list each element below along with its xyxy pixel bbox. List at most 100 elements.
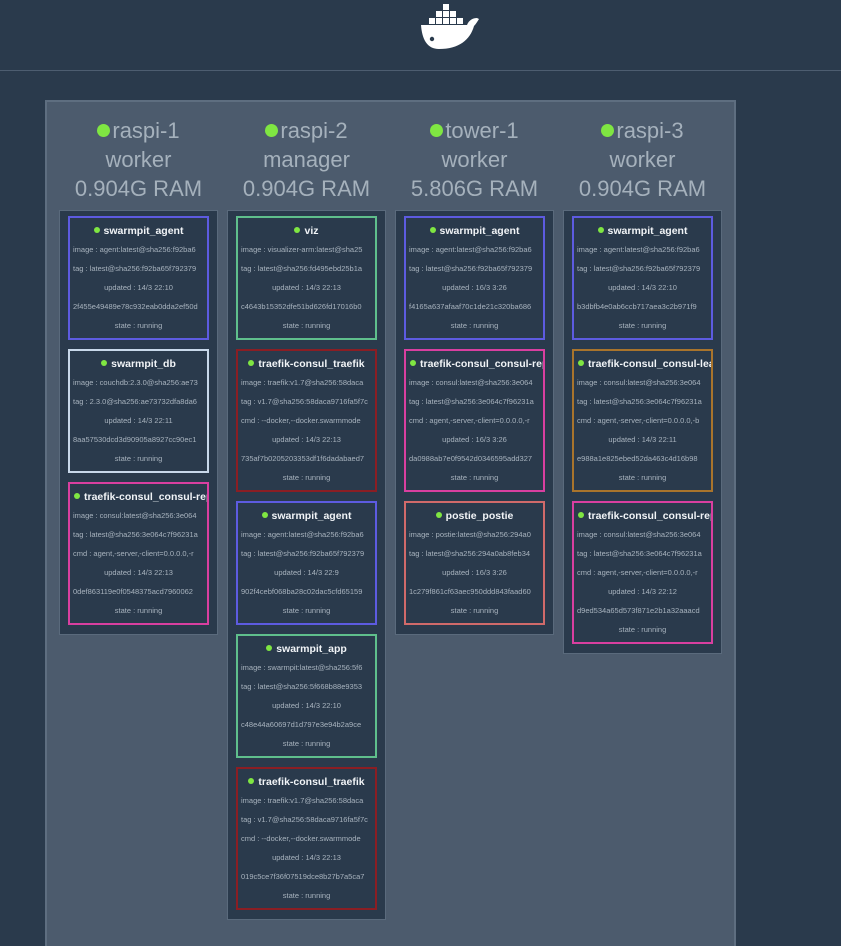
service-cmd: cmd : agent,-server,-client=0.0.0.0,-r: [73, 549, 194, 558]
service-tag: tag : latest@sha256:5f668b88e9353: [241, 682, 363, 691]
service-updated: updated : 16/3 3:26: [442, 568, 507, 577]
node-role: worker: [105, 147, 172, 172]
service-id: e988a1e825ebed52da463c4d16b98: [577, 454, 698, 463]
service-tag: tag : 2.3.0@sha256:ae73732dfa8da6: [73, 397, 197, 406]
node-name-label: raspi-1: [112, 118, 180, 143]
service-status-dot: [578, 360, 584, 366]
node-panel: viz image : visualizer-arm:latest@sha25 ta…: [227, 210, 386, 920]
node-status-dot: [265, 124, 279, 137]
service-status-dot: [248, 360, 255, 366]
service-card[interactable]: traefik-consul_consul-lead image : consul…: [572, 349, 713, 492]
service-updated: updated : 14/3 22:9: [274, 568, 339, 577]
service-status-dot: [261, 512, 268, 518]
service-image: image : consul:latest@sha256:3e064: [73, 511, 197, 520]
service-name[interactable]: traefik-consul_traefik: [238, 774, 375, 791]
service-name[interactable]: traefik-consul_consul-repli: [574, 508, 711, 525]
service-tag: tag : latest@sha256:294a0ab8feb34: [409, 549, 531, 558]
service-updated: updated : 14/3 22:12: [608, 587, 677, 596]
service-name[interactable]: swarmpit_db: [70, 356, 207, 373]
node-name: raspi-2: [222, 116, 391, 145]
service-id: da0988ab7e0f9542d0346595add327: [409, 454, 533, 463]
service-name[interactable]: viz: [238, 223, 375, 240]
service-name[interactable]: traefik-consul_traefik: [238, 356, 375, 373]
node-name: raspi-1: [54, 116, 223, 145]
node-role: worker: [441, 147, 508, 172]
service-image: image : couchdb:2.3.0@sha256:ae73: [73, 378, 198, 387]
service-card[interactable]: swarmpit_dbimage : couchdb:2.3.0@sha256:…: [68, 349, 209, 473]
service-image: image : traefik:v1.7@sha256:58daca: [241, 796, 364, 805]
node-name-label: raspi-3: [616, 118, 684, 143]
service-image: image : agent:latest@sha256:f92ba6: [577, 245, 700, 254]
service-image: image : swarmpit:latest@sha256:5f6: [241, 663, 363, 672]
service-cmd: cmd : --docker,--docker.swarmmode: [241, 416, 361, 425]
service-name-label: swarmpit_agent: [607, 225, 688, 237]
service-card[interactable]: swarmpit_appimage : swarmpit:latest@sha2…: [236, 634, 377, 758]
service-state: state : running: [618, 321, 667, 330]
node-header: tower-1 worker 5.806G RAM: [390, 116, 559, 203]
node-role: manager: [263, 147, 350, 172]
node-panel: swarmpit_agentimage : agent:latest@sha25…: [59, 210, 218, 635]
service-updated: updated : 14/3 22:11: [608, 435, 677, 444]
service-updated: updated : 14/3 22:11: [104, 416, 173, 425]
node-panel: swarmpit_agentimage : agent:latest@sha25…: [563, 210, 722, 654]
service-image: image : consul:latest@sha256:3e064: [577, 530, 701, 539]
service-name-label: traefik-consul_traefik: [258, 358, 365, 370]
service-card[interactable]: viz image : visualizer-arm:latest@sha25 ta…: [236, 216, 377, 340]
service-card[interactable]: traefik-consul_consul-repliimage : consu…: [68, 482, 209, 625]
service-state: state : running: [450, 321, 499, 330]
service-status-dot: [294, 227, 301, 233]
service-card[interactable]: swarmpit_agent image : agent:latest@sha25…: [236, 501, 377, 625]
service-name[interactable]: swarmpit_agent: [406, 223, 543, 240]
service-name-label: traefik-consul_consul-repli: [420, 358, 545, 370]
service-card[interactable]: traefik-consul_consul-repliimage : consu…: [572, 501, 713, 644]
service-state: state : running: [282, 891, 331, 900]
service-name-label: traefik-consul_traefik: [258, 776, 365, 788]
service-image: image : agent:latest@sha256:f92ba6: [73, 245, 196, 254]
service-name-label: traefik-consul_consul-repli: [84, 491, 209, 503]
service-name[interactable]: swarmpit_agent: [574, 223, 711, 240]
service-cmd: cmd : agent,-server,-client=0.0.0.0,-b: [577, 416, 700, 425]
service-status-dot: [435, 512, 442, 518]
service-name[interactable]: swarmpit_app: [238, 641, 375, 658]
service-name[interactable]: swarmpit_agent: [70, 223, 207, 240]
service-card[interactable]: traefik-consul_traefikimage : traefik:v1…: [236, 349, 377, 492]
service-card[interactable]: swarmpit_agentimage : agent:latest@sha25…: [572, 216, 713, 340]
service-status-dot: [266, 645, 273, 651]
service-id: 0def863119e0f0548375acd7960062: [73, 587, 193, 596]
service-name[interactable]: postie_postie: [406, 508, 543, 525]
service-name[interactable]: traefik-consul_consul-lead: [574, 356, 711, 373]
service-state: state : running: [282, 606, 331, 615]
service-name[interactable]: traefik-consul_consul-repli: [406, 356, 543, 373]
service-id: d9ed534a65d573f871e2b1a32aaacd: [577, 606, 700, 615]
service-updated: updated : 14/3 22:10: [272, 701, 341, 710]
service-image: image : visualizer-arm:latest@sha25: [241, 245, 363, 254]
service-id: 902f4cebf068ba28c02dac5cfd65159: [241, 587, 363, 596]
service-card[interactable]: traefik-consul_consul-repliimage : consu…: [404, 349, 545, 492]
docker-whale-icon: [421, 4, 479, 49]
service-tag: tag : latest@sha256:3e064c7f96231a: [73, 530, 198, 539]
service-card[interactable]: postie_postie image : postie:latest@sha25…: [404, 501, 545, 625]
top-bar: [0, 0, 841, 71]
service-image: image : consul:latest@sha256:3e064: [409, 378, 533, 387]
service-image: image : traefik:v1.7@sha256:58daca: [241, 378, 364, 387]
service-card[interactable]: swarmpit_agentimage : agent:latest@sha25…: [68, 216, 209, 340]
service-cmd: cmd : --docker,--docker.swarmmode: [241, 834, 361, 843]
service-card[interactable]: traefik-consul_traefikimage : traefik:v1…: [236, 767, 377, 910]
node-ram: 5.806G RAM: [410, 176, 539, 201]
service-state: state : running: [618, 625, 667, 634]
service-name-label: postie_postie: [445, 510, 514, 522]
service-card[interactable]: swarmpit_agent image : agent:latest@sha25…: [404, 216, 545, 340]
service-state: state : running: [114, 606, 163, 615]
service-name-label: swarmpit_agent: [103, 225, 184, 237]
service-status-dot: [74, 493, 80, 499]
service-state: state : running: [282, 321, 331, 330]
service-state: state : running: [618, 473, 667, 482]
service-name[interactable]: swarmpit_agent: [238, 508, 375, 525]
service-id: 735af7b0205203353df1f6dadabaed7: [241, 454, 365, 463]
node-name: tower-1: [390, 116, 559, 145]
service-tag: tag : latest@sha256:fd495ebd25b1a: [241, 264, 363, 273]
service-tag: tag : latest@sha256:3e064c7f96231a: [577, 549, 702, 558]
service-name[interactable]: traefik-consul_consul-repli: [70, 489, 207, 506]
service-id: 2f455e49489e78c932eab0dda2ef50d: [73, 302, 198, 311]
service-status-dot: [578, 512, 584, 518]
